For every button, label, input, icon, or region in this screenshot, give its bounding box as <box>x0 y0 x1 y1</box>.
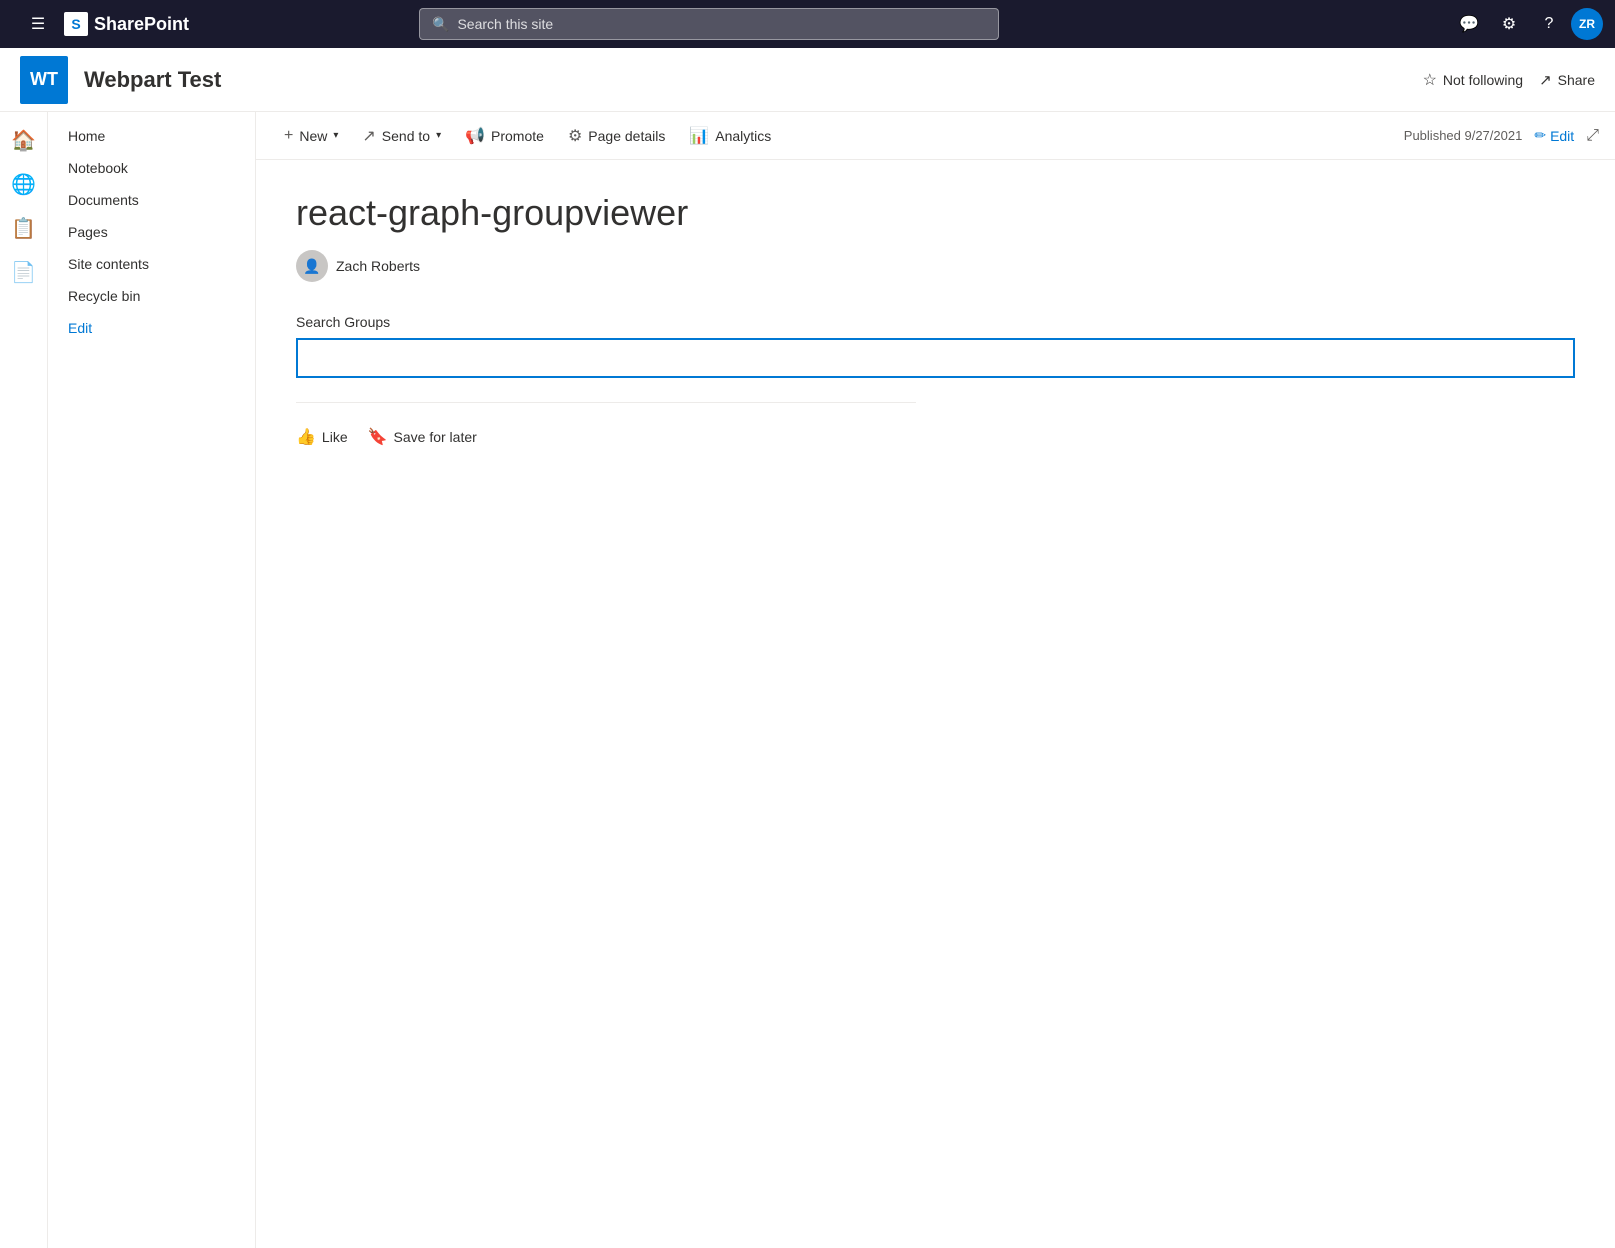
star-icon: ☆ <box>1423 70 1437 90</box>
top-nav: ☰ S SharePoint 🔍 💬 ⚙ ? ZR <box>0 0 1615 48</box>
send-to-button[interactable]: ↗ Send to ▾ <box>350 116 453 156</box>
new-button[interactable]: + New ▾ <box>272 116 350 156</box>
promote-icon: 📢 <box>465 126 485 146</box>
chat-button[interactable]: 💬 <box>1451 6 1487 42</box>
webpart-area: Search Groups <box>296 314 1575 378</box>
like-button[interactable]: 👍 Like <box>296 427 348 447</box>
edit-button[interactable]: ✏ Edit <box>1534 127 1574 144</box>
top-nav-actions: 💬 ⚙ ? ZR <box>1451 6 1603 42</box>
new-icon: + <box>284 127 293 145</box>
nav-item-documents[interactable]: Documents <box>48 184 255 216</box>
author-name: Zach Roberts <box>336 258 420 274</box>
author-row: 👤 Zach Roberts <box>296 250 1575 282</box>
promote-button[interactable]: 📢 Promote <box>453 116 556 156</box>
share-button[interactable]: ↗ Share <box>1539 71 1595 89</box>
settings-button[interactable]: ⚙ <box>1491 6 1527 42</box>
bookmark-icon: 🔖 <box>368 427 388 447</box>
brand-name: SharePoint <box>94 14 189 35</box>
expand-button[interactable]: ⤢ <box>1586 127 1599 145</box>
edit-icon: ✏ <box>1534 127 1546 144</box>
analytics-icon: 📊 <box>689 126 709 146</box>
chat-icon: 💬 <box>1459 14 1479 34</box>
nav-item-edit[interactable]: Edit <box>48 312 255 344</box>
sp-icon: S <box>64 12 88 36</box>
analytics-button[interactable]: 📊 Analytics <box>677 116 783 156</box>
published-info: Published 9/27/2021 ✏ Edit ⤢ <box>1404 127 1599 145</box>
published-text: Published 9/27/2021 <box>1404 128 1523 143</box>
main-layout: 🏠 🌐 📋 📄 Home Notebook Documents Pages Si… <box>0 112 1615 1248</box>
sharepoint-logo[interactable]: S SharePoint <box>64 12 189 36</box>
help-button[interactable]: ? <box>1531 6 1567 42</box>
rail-pages-icon[interactable]: 📄 <box>4 252 44 292</box>
nav-item-pages[interactable]: Pages <box>48 216 255 248</box>
rail-home-icon[interactable]: 🏠 <box>4 120 44 160</box>
search-groups-label: Search Groups <box>296 314 1575 330</box>
left-nav: Home Notebook Documents Pages Site conte… <box>48 112 256 1248</box>
search-groups-input[interactable] <box>296 338 1575 378</box>
search-input[interactable] <box>457 16 986 32</box>
site-actions: ☆ Not following ↗ Share <box>1423 70 1595 90</box>
send-to-chevron-icon: ▾ <box>436 130 441 141</box>
nav-item-site-contents[interactable]: Site contents <box>48 248 255 280</box>
settings-icon: ⚙ <box>1502 14 1516 34</box>
page-details-icon: ⚙ <box>568 126 582 146</box>
new-chevron-icon: ▾ <box>333 130 338 141</box>
user-avatar[interactable]: ZR <box>1571 8 1603 40</box>
site-header: WT Webpart Test ☆ Not following ↗ Share <box>0 48 1615 112</box>
site-logo: WT <box>20 56 68 104</box>
rail-globe-icon[interactable]: 🌐 <box>4 164 44 204</box>
like-icon: 👍 <box>296 427 316 447</box>
reactions-bar: 👍 Like 🔖 Save for later <box>296 427 1575 447</box>
search-icon: 🔍 <box>432 16 449 33</box>
share-icon: ↗ <box>1539 71 1552 89</box>
content-area: + New ▾ ↗ Send to ▾ 📢 Promote ⚙ Page det… <box>256 112 1615 1248</box>
author-avatar: 👤 <box>296 250 328 282</box>
page-content: react-graph-groupviewer 👤 Zach Roberts S… <box>256 160 1615 479</box>
save-for-later-button[interactable]: 🔖 Save for later <box>368 427 477 447</box>
nav-item-home[interactable]: Home <box>48 120 255 152</box>
command-bar: + New ▾ ↗ Send to ▾ 📢 Promote ⚙ Page det… <box>256 112 1615 160</box>
expand-icon: ⤢ <box>1586 127 1599 144</box>
not-following-button[interactable]: ☆ Not following <box>1423 70 1524 90</box>
send-to-icon: ↗ <box>362 126 375 146</box>
page-details-button[interactable]: ⚙ Page details <box>556 116 677 156</box>
page-divider <box>296 402 916 403</box>
nav-item-recycle-bin[interactable]: Recycle bin <box>48 280 255 312</box>
search-bar: 🔍 <box>419 8 999 40</box>
hamburger-button[interactable]: ☰ <box>20 6 56 42</box>
help-icon: ? <box>1545 15 1554 33</box>
author-avatar-icon: 👤 <box>303 258 320 275</box>
rail-feed-icon[interactable]: 📋 <box>4 208 44 248</box>
site-title: Webpart Test <box>84 67 1407 93</box>
page-title: react-graph-groupviewer <box>296 192 1575 234</box>
nav-item-notebook[interactable]: Notebook <box>48 152 255 184</box>
app-rail: 🏠 🌐 📋 📄 <box>0 112 48 1248</box>
